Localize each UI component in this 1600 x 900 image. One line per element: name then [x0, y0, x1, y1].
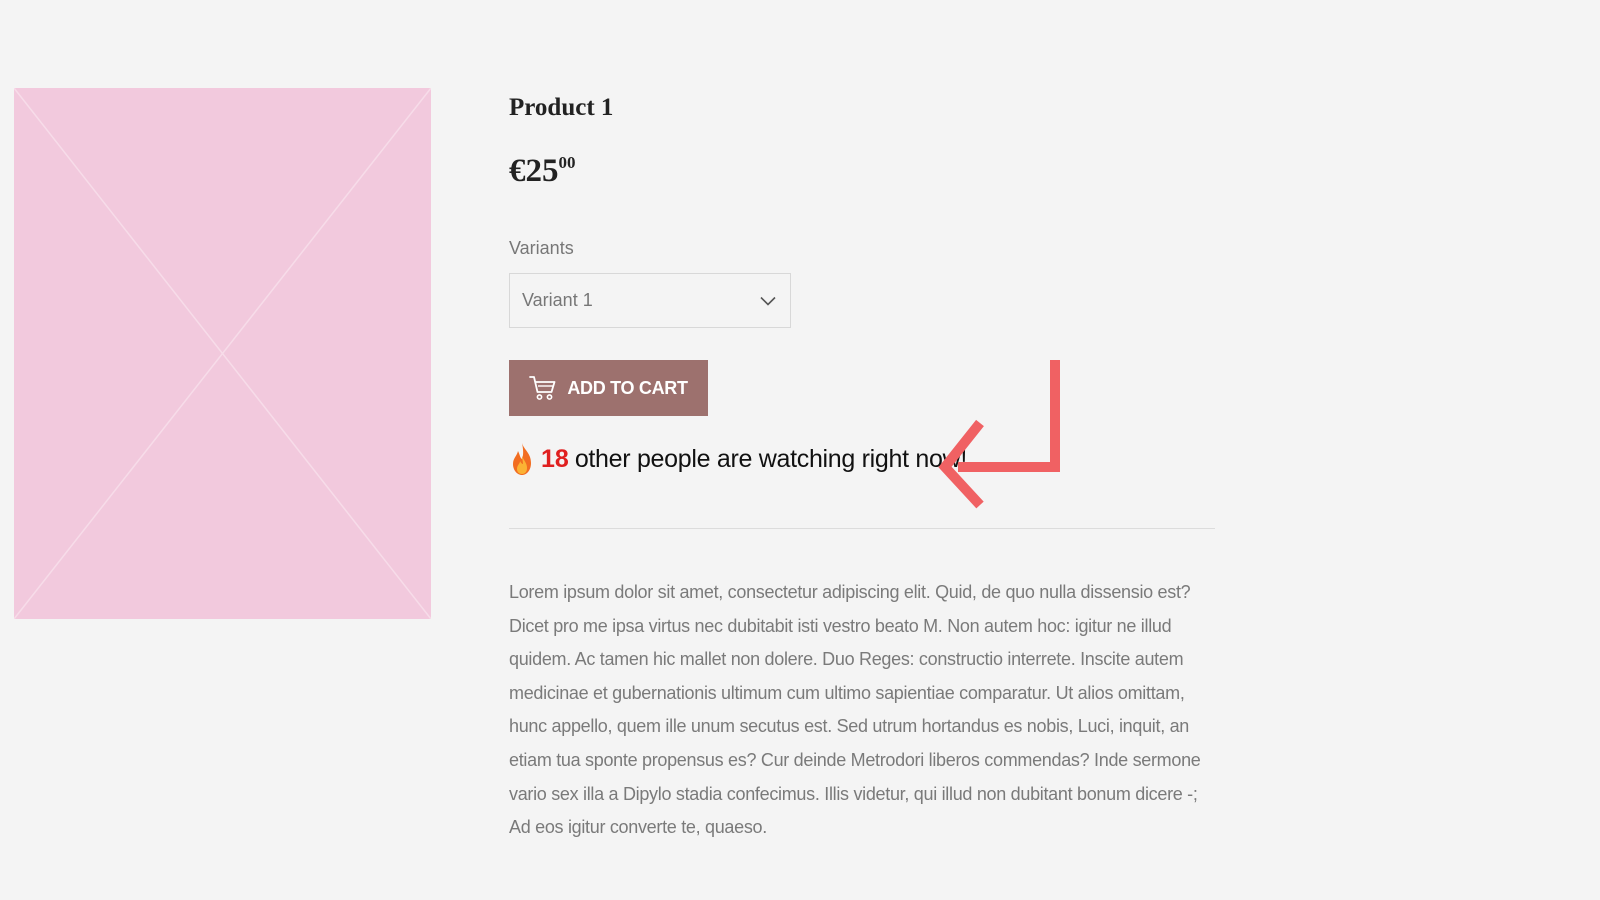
variants-label: Variants	[509, 238, 574, 258]
product-page: Product 1 €2500 Variants Variant 1 ADD T…	[0, 0, 1600, 900]
watchers-notice: 18 other people are watching right now!	[509, 442, 1217, 476]
placeholder-cross-icon	[14, 88, 431, 619]
price-amount: €25	[509, 153, 559, 189]
fire-icon	[513, 443, 531, 475]
price-cents: 00	[558, 153, 576, 172]
watchers-text: other people are watching right now!	[574, 444, 968, 473]
product-title: Product 1	[509, 94, 614, 121]
variant-select[interactable]: Variant 1	[509, 273, 791, 328]
variant-select-value: Variant 1	[522, 290, 593, 310]
cart-icon	[529, 376, 556, 400]
arrow-icon	[938, 360, 1060, 509]
product-description: Lorem ipsum dolor sit amet, consectetur …	[509, 582, 1201, 838]
section-divider	[509, 528, 1215, 529]
chevron-down-icon	[760, 296, 776, 306]
add-to-cart-button[interactable]: ADD TO CART	[509, 360, 708, 416]
product-info: Product 1 €2500 Variants Variant 1 ADD T…	[509, 88, 1217, 863]
product-image-placeholder[interactable]	[14, 88, 431, 619]
watchers-count: 18	[541, 444, 569, 473]
product-price: €2500	[509, 145, 1217, 189]
add-to-cart-label: ADD TO CART	[567, 377, 688, 398]
